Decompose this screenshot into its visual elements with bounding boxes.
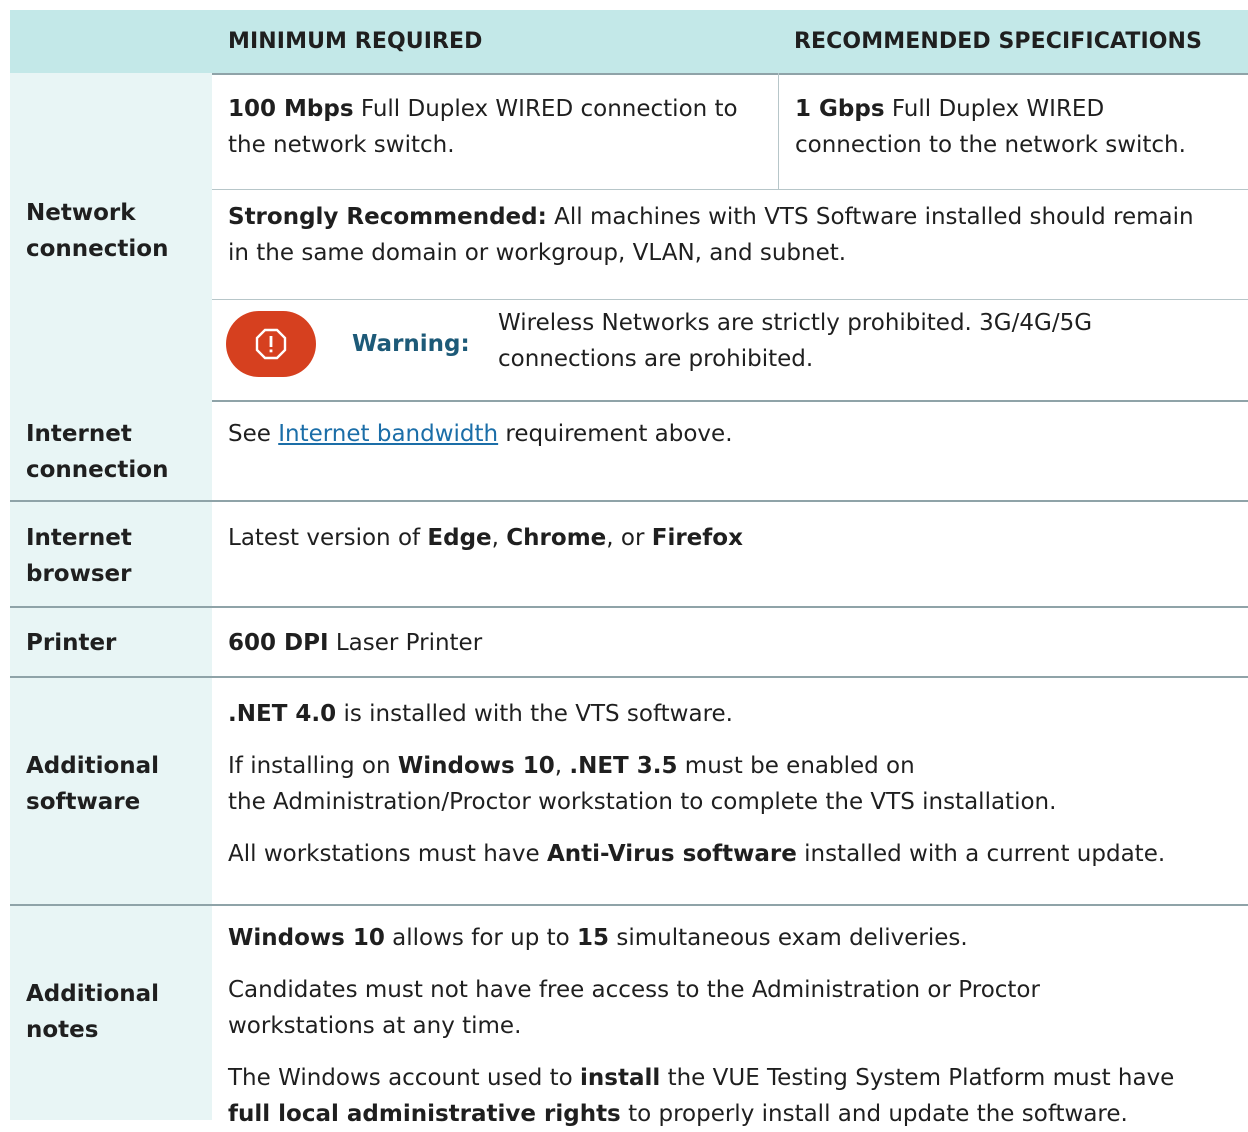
warning-box: Warning: Wireless Networks are strictly … [212,300,1248,398]
software-paragraph: .NET 4.0 is installed with the VTS softw… [228,701,733,727]
notes-paragraph: Windows 10 allows for up to 15 simultane… [228,925,968,951]
header-recommended: RECOMMENDED SPECIFICATIONS [794,29,1203,54]
network-recommended-cell: 1 Gbps Full Duplex WIRED connection to t… [795,96,1186,158]
table-row-internet-connection: Internet connection See Internet bandwid… [10,400,1248,502]
table-header: MINIMUM REQUIRED RECOMMENDED SPECIFICATI… [10,10,1248,75]
table-row-internet-browser: Internet browser Latest version of Edge,… [10,502,1248,608]
row-label-printer: Printer [10,608,212,676]
software-paragraph: All workstations must have Anti-Virus so… [228,841,1166,867]
row-label-additional-software: Additional software [10,678,212,904]
notes-paragraph: Candidates must not have free access to … [228,977,1040,1039]
software-paragraph: If installing on Windows 10, .NET 3.5 mu… [228,753,1057,815]
additional-software-cell: .NET 4.0 is installed with the VTS softw… [228,696,1248,872]
row-label-internet-browser: Internet browser [10,502,212,606]
printer-cell: 600 DPI Laser Printer [228,630,483,656]
row-label-additional-notes: Additional notes [10,906,212,1120]
table-row-printer: Printer 600 DPI Laser Printer [10,608,1248,678]
notes-paragraph: The Windows account used to install the … [228,1065,1175,1127]
warning-text: Wireless Networks are strictly prohibite… [498,310,1093,372]
internet-connection-cell: See Internet bandwidth requirement above… [228,421,733,447]
row-label-network: Network connection [10,73,212,400]
warning-octagon-icon [226,311,316,377]
warning-label: Warning: [352,331,470,357]
table-row-additional-notes: Additional notes Windows 10 allows for u… [10,906,1248,1127]
header-minimum: MINIMUM REQUIRED [228,29,483,54]
internet-browser-cell: Latest version of Edge, Chrome, or Firef… [228,525,743,551]
row-label-internet-connection: Internet connection [10,400,212,500]
row-divider [212,189,1248,190]
network-minimum-cell: 100 Mbps Full Duplex WIRED connection to… [228,96,738,158]
row-label-text: Network connection [26,200,169,262]
table-row-additional-software: Additional software .NET 4.0 is installe… [10,678,1248,906]
internet-bandwidth-link[interactable]: Internet bandwidth [278,421,498,447]
table-row-network: Network connection 100 Mbps Full Duplex … [10,73,1248,402]
network-strong-recommended: Strongly Recommended: All machines with … [228,204,1194,266]
additional-notes-cell: Windows 10 allows for up to 15 simultane… [228,920,1248,1132]
column-divider [778,73,779,189]
